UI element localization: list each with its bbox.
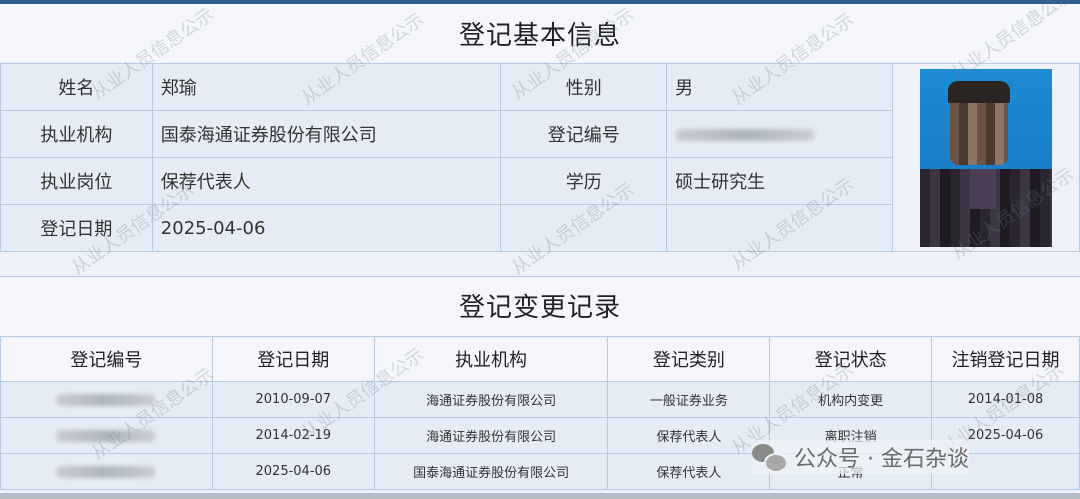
cell-reg-no [0,381,213,418]
col-cancel-date: 注销登记日期 [931,336,1080,382]
cell-reg-date: 2014-02-19 [211,417,375,454]
info-row-name: 姓名 郑瑜 性别 男 [0,63,1080,252]
cell-cancel-date: 2014-01-08 [931,381,1080,418]
wechat-brand-text: 公众号 · 金石杂谈 [794,447,969,472]
redacted-reg-no [56,429,157,442]
col-reg-date: 登记日期 [211,336,375,382]
label-reg-no: 登记编号 [500,110,668,158]
cell-org: 海通证券股份有限公司 [373,381,609,418]
cell-reg-no [0,417,213,454]
cell-org: 国泰海通证券股份有限公司 [373,453,609,490]
label-empty [500,204,668,252]
profile-photo [920,68,1053,247]
cell-category: 保荐代表人 [607,417,771,454]
wechat-icon [752,442,788,473]
value-reg-date: 2025-04-06 [151,204,502,252]
value-gender: 男 [666,63,894,111]
horizontal-scrollbar[interactable] [0,493,1080,499]
table-row: 2010-09-07 海通证券股份有限公司 一般证券业务 机构内变更 2014-… [0,381,1080,418]
cell-org: 海通证券股份有限公司 [373,417,609,454]
cell-category: 保荐代表人 [607,453,771,490]
cell-reg-date: 2010-09-07 [211,381,375,418]
col-reg-no: 登记编号 [0,336,213,382]
label-reg-date: 登记日期 [0,204,153,252]
value-org: 国泰海通证券股份有限公司 [151,110,502,158]
label-education: 学历 [500,157,668,205]
photo-hair [948,80,1011,103]
section-divider [0,276,1080,277]
value-education: 硕士研究生 [666,157,894,205]
change-records-title: 登记变更记录 [458,293,621,323]
basic-info-table: 姓名 郑瑜 性别 男 执业机构 国泰海通证券股份有限公司 登记编号 执业岗位 保… [0,63,1080,252]
value-name: 郑瑜 [151,63,502,111]
value-empty [666,204,894,252]
basic-info-title: 登记基本信息 [458,21,621,51]
redacted-reg-no [675,128,816,141]
cell-reg-no [0,453,213,490]
label-position: 执业岗位 [0,157,153,205]
value-position: 保荐代表人 [151,157,502,205]
col-status: 登记状态 [769,336,933,382]
redacted-reg-no [56,465,157,478]
label-org: 执业机构 [0,110,153,158]
records-header-row: 登记编号 登记日期 执业机构 登记类别 登记状态 注销登记日期 [0,336,1080,382]
photo-cell [892,63,1080,252]
wechat-brand: 公众号 · 金石杂谈 [752,440,969,474]
value-reg-no [666,110,894,158]
cell-status: 机构内变更 [769,381,933,418]
redacted-reg-no [56,393,157,406]
label-name: 姓名 [0,63,153,111]
photo-collar [970,168,997,209]
label-gender: 性别 [500,63,668,111]
cell-reg-date: 2025-04-06 [211,453,375,490]
col-org: 执业机构 [373,336,609,382]
cell-category: 一般证券业务 [607,381,771,418]
col-category: 登记类别 [607,336,771,382]
